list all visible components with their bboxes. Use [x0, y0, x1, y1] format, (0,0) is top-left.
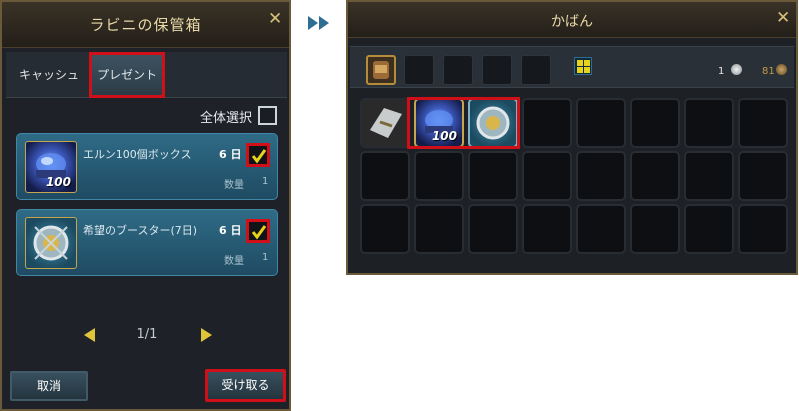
gift-item[interactable]: 100 エルン100個ボックス 6 日 数量 1: [16, 133, 278, 200]
select-all-checkbox[interactable]: [258, 106, 277, 125]
receive-button[interactable]: 受け取る: [205, 369, 286, 402]
equipped-bag-slot[interactable]: [366, 55, 396, 85]
bronze-coin-icon: [776, 64, 787, 75]
check-icon: [251, 149, 267, 164]
inventory-slot[interactable]: [468, 204, 518, 254]
scroll-icon: [370, 108, 402, 138]
pager: 1/1: [72, 324, 222, 346]
gift-item-name: 希望のブースター(7日): [83, 224, 198, 237]
bag-toolbar: 1 81: [350, 46, 794, 88]
item-count-badge: 100: [45, 175, 71, 189]
inventory-slot[interactable]: [738, 98, 788, 148]
page-indicator: 1/1: [136, 327, 158, 342]
select-all[interactable]: 全体選択: [152, 106, 277, 126]
inventory-slot[interactable]: [684, 151, 734, 201]
gift-item-qty: 1: [262, 176, 269, 187]
gift-item-checkbox[interactable]: [246, 219, 270, 243]
storage-window: ラビニの保管箱 ✕ キャッシュ プレゼント 全体選択 100 エルン100個ボッ…: [0, 0, 291, 411]
next-page-icon[interactable]: [201, 328, 212, 342]
inventory-slot[interactable]: [522, 98, 572, 148]
bag-icon: [373, 61, 389, 79]
bag-slot[interactable]: [404, 55, 434, 85]
inventory-slot[interactable]: [522, 204, 572, 254]
bronze-amount: 81: [762, 66, 775, 77]
inventory-slot[interactable]: [522, 151, 572, 201]
arrow-right-icon: [308, 16, 318, 30]
storage-tabbar: キャッシュ プレゼント: [6, 52, 287, 98]
cancel-button[interactable]: 取消: [10, 371, 88, 401]
inventory-slot[interactable]: [360, 204, 410, 254]
gift-item-qty-label: 数量: [224, 180, 244, 191]
inventory-slot[interactable]: [360, 98, 410, 148]
bag-window: かばん ✕ 1 81 100: [346, 0, 798, 275]
gift-item-checkbox[interactable]: [246, 143, 270, 167]
check-icon: [251, 225, 267, 240]
bag-slot[interactable]: [443, 55, 473, 85]
close-icon[interactable]: ✕: [776, 10, 790, 27]
close-icon[interactable]: ✕: [268, 11, 282, 28]
storage-title: ラビニの保管箱: [89, 16, 202, 34]
gift-item-qty: 1: [262, 252, 269, 263]
tab-cash[interactable]: キャッシュ: [8, 52, 90, 98]
bag-titlebar: かばん ✕: [348, 2, 796, 38]
inventory-slot[interactable]: [414, 151, 464, 201]
arrow-right-icon: [319, 16, 329, 30]
sort-grid-icon[interactable]: [574, 57, 592, 75]
booster-compass-icon: [25, 217, 77, 269]
prev-page-icon[interactable]: [84, 328, 95, 342]
tab-present[interactable]: プレゼント: [89, 52, 165, 98]
silver-amount: 1: [718, 66, 725, 77]
silver-coin-icon: [731, 64, 742, 75]
bag-slot[interactable]: [521, 55, 551, 85]
inventory-slot[interactable]: [468, 151, 518, 201]
gift-item-name: エルン100個ボックス: [83, 148, 192, 161]
storage-titlebar: ラビニの保管箱 ✕: [2, 2, 289, 48]
inventory-slot[interactable]: [414, 204, 464, 254]
gift-item-qty-label: 数量: [224, 256, 244, 267]
inventory-slot[interactable]: [576, 98, 626, 148]
select-all-label: 全体選択: [199, 111, 252, 126]
new-items-highlight: [407, 97, 520, 149]
inventory-slot[interactable]: [630, 204, 680, 254]
bag-title: かばん: [551, 14, 593, 30]
bag-slot[interactable]: [482, 55, 512, 85]
inventory-slot[interactable]: [630, 151, 680, 201]
inventory-slot[interactable]: [360, 151, 410, 201]
inventory-slot[interactable]: [684, 98, 734, 148]
inventory-slot[interactable]: [738, 151, 788, 201]
gift-item[interactable]: 希望のブースター(7日) 6 日 数量 1: [16, 209, 278, 276]
inventory-slot[interactable]: [576, 204, 626, 254]
inventory-slot[interactable]: [630, 98, 680, 148]
gift-item-days: 6 日: [219, 224, 242, 237]
inventory-slot[interactable]: [738, 204, 788, 254]
gift-item-days: 6 日: [219, 148, 242, 161]
blue-crystal-box-icon: 100: [25, 141, 77, 193]
inventory-slot[interactable]: [576, 151, 626, 201]
inventory-slot[interactable]: [684, 204, 734, 254]
